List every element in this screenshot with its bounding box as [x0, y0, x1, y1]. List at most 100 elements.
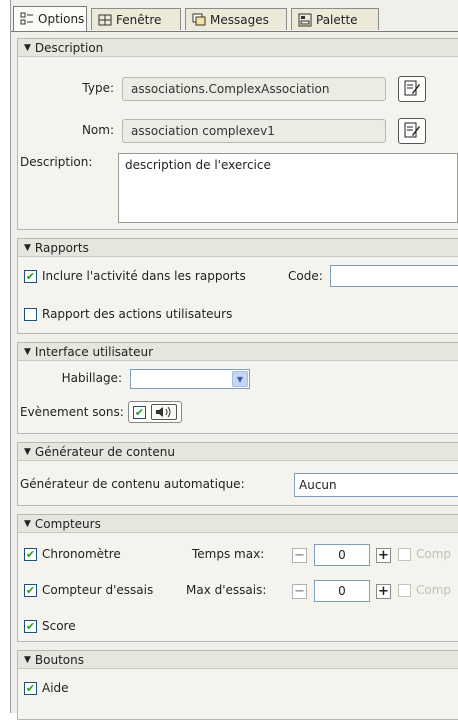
palette-icon — [298, 13, 312, 27]
nom-label-row: Nom: — [18, 123, 114, 137]
include-report-label: Inclure l'activité dans les rapports — [42, 269, 246, 283]
include-report-row[interactable]: ✔ Inclure l'activité dans les rapports — [24, 269, 246, 283]
essais-comp-checkbox — [398, 583, 411, 597]
max-essais-label: Max d'essais: — [186, 583, 267, 597]
options-panel: Options Fenêtre Messages Palette ▼ Descr… — [10, 0, 458, 720]
description-section: ▼ Description Type: associations.Complex… — [17, 38, 458, 230]
temps-comp-checkbox — [398, 547, 411, 561]
sound-toggle[interactable]: ✔ — [128, 401, 182, 423]
section-title: Rapports — [34, 240, 89, 255]
section-title: Générateur de contenu — [34, 444, 175, 459]
code-label-row: Code: — [288, 269, 323, 283]
collapse-triangle-icon: ▼ — [24, 654, 31, 665]
essais-checkbox[interactable]: ✔ — [24, 583, 37, 597]
temps-max-input[interactable]: 0 — [314, 544, 370, 566]
skin-label: Habillage: — [61, 371, 122, 385]
rapports-header[interactable]: ▼ Rapports — [18, 239, 458, 257]
description-text: description de l'exercice — [125, 158, 271, 172]
interface-header[interactable]: ▼ Interface utilisateur — [18, 343, 458, 361]
interface-section: ▼ Interface utilisateur Habillage: ▼ Evè… — [17, 342, 458, 434]
auto-generator-label-row: Générateur de contenu automatique: — [20, 477, 245, 491]
window-icon — [98, 13, 112, 27]
temps-max-value: 0 — [338, 548, 346, 562]
counters-header[interactable]: ▼ Compteurs — [18, 515, 458, 533]
skin-label-row: Habillage: — [18, 371, 122, 385]
user-actions-row[interactable]: Rapport des actions utilisateurs — [24, 307, 232, 321]
edit-type-button[interactable] — [398, 76, 426, 102]
type-value: associations.ComplexAssociation — [131, 82, 330, 96]
type-label-row: Type: — [18, 81, 114, 95]
collapse-triangle-icon: ▼ — [24, 446, 31, 457]
tab-label: Fenêtre — [116, 12, 162, 27]
description-label: Description: — [20, 155, 93, 169]
nom-field: association complexev1 — [122, 119, 386, 143]
section-title: Description — [34, 40, 104, 55]
description-textarea[interactable]: description de l'exercice — [118, 153, 458, 223]
options-icon — [20, 12, 34, 26]
rapports-section: ▼ Rapports ✔ Inclure l'activité dans les… — [17, 238, 458, 334]
auto-generator-value: Aucun — [299, 478, 337, 492]
description-header[interactable]: ▼ Description — [18, 39, 458, 57]
chrono-checkbox[interactable]: ✔ — [24, 547, 37, 561]
type-field: associations.ComplexAssociation — [122, 77, 386, 101]
tab-label: Messages — [210, 12, 269, 27]
buttons-section: ▼ Boutons ✔ Aide — [17, 650, 458, 720]
essais-comp-label: Comp — [416, 583, 452, 597]
auto-generator-field[interactable]: Aucun — [294, 473, 458, 497]
score-row[interactable]: ✔ Score — [24, 619, 76, 633]
max-essais-value: 0 — [338, 584, 346, 598]
tab-options[interactable]: Options — [13, 6, 87, 31]
collapse-triangle-icon: ▼ — [24, 242, 31, 253]
aide-label: Aide — [42, 681, 69, 695]
skin-select[interactable]: ▼ — [130, 369, 250, 389]
max-essais-label-row: Max d'essais: — [186, 583, 266, 597]
temps-decrement-button[interactable]: − — [292, 548, 307, 563]
sound-label-row: Evènement sons: — [20, 405, 124, 419]
tab-palette[interactable]: Palette — [291, 8, 379, 30]
essais-label: Compteur d'essais — [42, 583, 154, 597]
auto-generator-label: Générateur de contenu automatique: — [20, 477, 245, 491]
chrono-row[interactable]: ✔ Chronomètre — [24, 547, 121, 561]
code-label: Code: — [288, 269, 323, 283]
temps-max-label: Temps max: — [192, 547, 265, 561]
edit-nom-button[interactable] — [398, 118, 426, 144]
essais-decrement-button[interactable]: − — [292, 584, 307, 599]
temps-comp-row: Comp — [398, 547, 451, 561]
section-title: Compteurs — [34, 516, 101, 531]
essais-comp-row: Comp — [398, 583, 451, 597]
collapse-triangle-icon: ▼ — [24, 346, 31, 357]
speaker-icon — [151, 404, 177, 420]
nom-value: association complexev1 — [131, 124, 275, 138]
nom-label: Nom: — [81, 123, 114, 137]
generator-section: ▼ Générateur de contenu Générateur de co… — [17, 442, 458, 506]
tab-messages[interactable]: Messages — [185, 8, 287, 30]
chrono-label: Chronomètre — [42, 547, 121, 561]
temps-max-label-row: Temps max: — [192, 547, 264, 561]
aide-row[interactable]: ✔ Aide — [24, 681, 69, 695]
score-checkbox[interactable]: ✔ — [24, 619, 37, 633]
essais-row[interactable]: ✔ Compteur d'essais — [24, 583, 153, 597]
essais-increment-button[interactable]: + — [376, 584, 391, 599]
temps-comp-label: Comp — [416, 547, 452, 561]
tab-label: Palette — [316, 12, 358, 27]
tab-fenetre[interactable]: Fenêtre — [91, 8, 181, 30]
buttons-header[interactable]: ▼ Boutons — [18, 651, 458, 669]
temps-increment-button[interactable]: + — [376, 548, 391, 563]
user-actions-checkbox[interactable] — [24, 307, 37, 321]
aide-checkbox[interactable]: ✔ — [24, 681, 37, 695]
code-input[interactable] — [330, 265, 458, 287]
tab-bar: Options Fenêtre Messages Palette — [11, 6, 458, 32]
desc-label-row: Description: — [20, 155, 92, 169]
tab-label: Options — [38, 12, 85, 26]
messages-icon — [192, 13, 206, 27]
include-report-checkbox[interactable]: ✔ — [24, 269, 37, 283]
edit-icon — [404, 80, 420, 99]
generator-header[interactable]: ▼ Générateur de contenu — [18, 443, 458, 461]
max-essais-input[interactable]: 0 — [314, 580, 370, 602]
collapse-triangle-icon: ▼ — [24, 518, 31, 529]
chevron-down-icon: ▼ — [232, 371, 248, 387]
section-title: Interface utilisateur — [34, 344, 154, 359]
sound-checkbox[interactable]: ✔ — [133, 405, 146, 419]
user-actions-label: Rapport des actions utilisateurs — [42, 307, 233, 321]
score-label: Score — [42, 619, 76, 633]
